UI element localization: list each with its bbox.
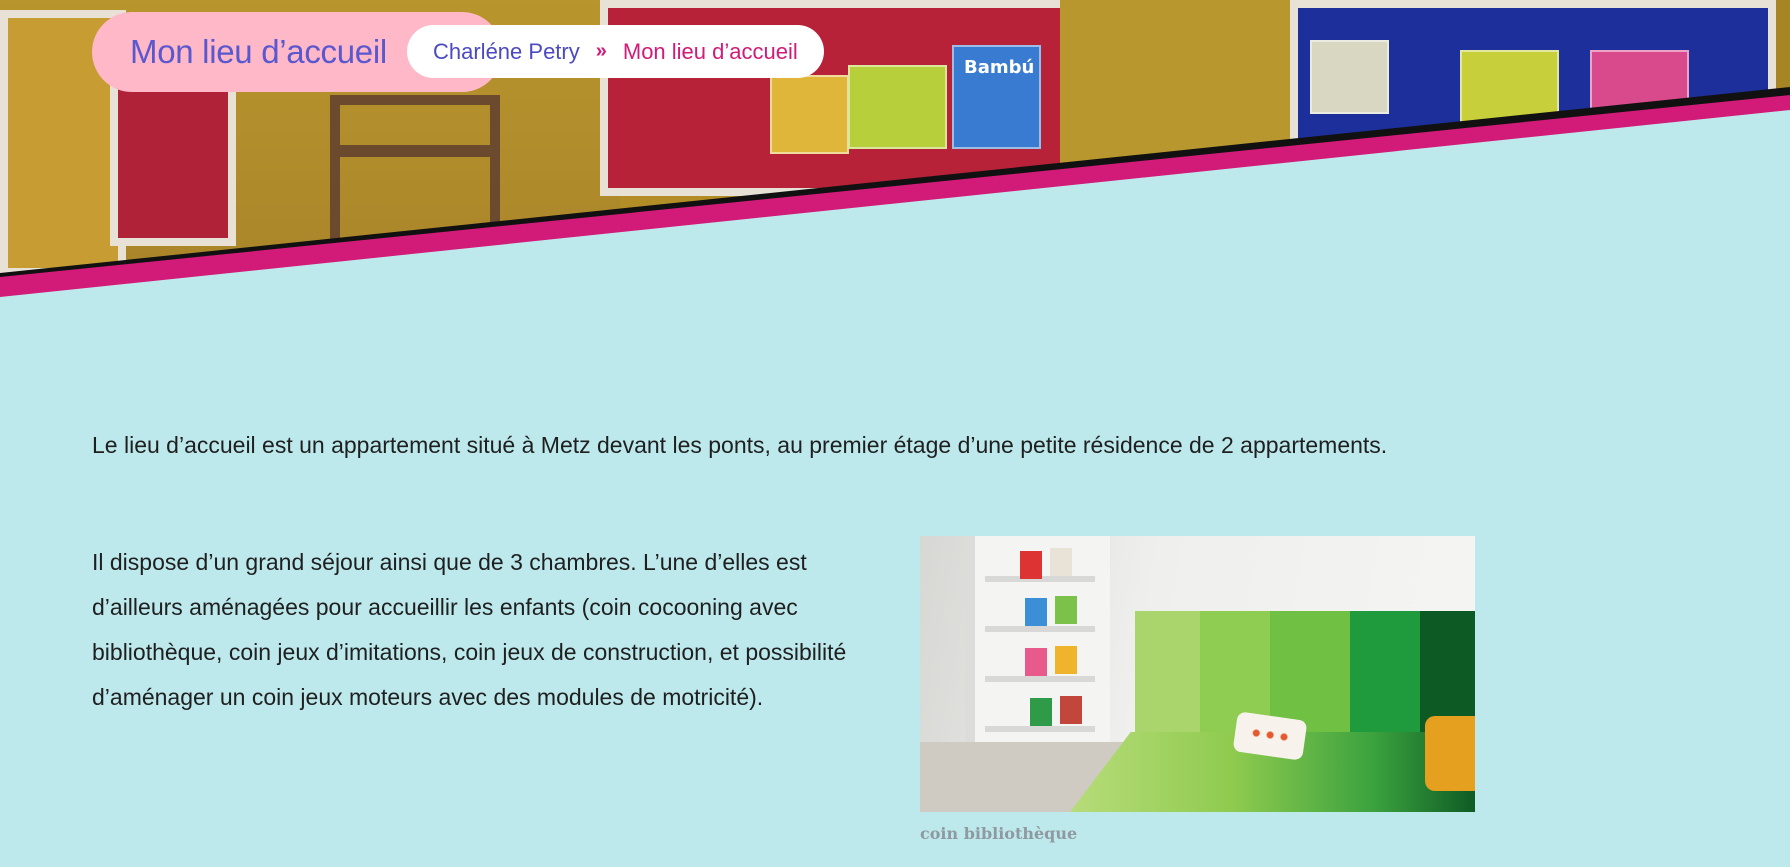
- image-book: [1060, 696, 1082, 724]
- image-bag: [1425, 716, 1475, 791]
- reading-corner-image: [920, 536, 1475, 812]
- breadcrumb-current: Mon lieu d’accueil: [622, 38, 798, 64]
- hero-book: [770, 75, 849, 154]
- hero-banner: Bambú Mon lieu d’accueil Charléne Petry …: [0, 0, 1790, 300]
- page-title: Mon lieu d’accueil: [130, 33, 387, 70]
- breadcrumb-home-link[interactable]: Charléne Petry: [433, 39, 580, 65]
- hero-book: [1310, 40, 1389, 114]
- image-shelf: [985, 676, 1095, 682]
- image-book: [1050, 548, 1072, 576]
- hero-book: [848, 65, 947, 149]
- image-book: [1025, 598, 1047, 626]
- hero-book: Bambú: [952, 45, 1041, 149]
- image-book: [1025, 648, 1047, 676]
- hero-book-title: Bambú: [964, 57, 1035, 78]
- image-book: [1030, 698, 1052, 726]
- description-paragraph: Il dispose d’un grand séjour ainsi que d…: [92, 549, 847, 710]
- breadcrumb-separator-icon: »: [595, 40, 607, 62]
- breadcrumb: Charléne Petry » Mon lieu d’accueil: [407, 25, 824, 78]
- image-book: [1055, 596, 1077, 624]
- image-shelf: [985, 626, 1095, 632]
- image-shelf: [985, 726, 1095, 732]
- image-book: [1055, 646, 1077, 674]
- image-book: [1020, 551, 1042, 579]
- intro-paragraph: Le lieu d’accueil est un appartement sit…: [92, 432, 1388, 458]
- hero-chair: [330, 95, 500, 245]
- image-caption: coin bibliothèque: [920, 824, 1078, 843]
